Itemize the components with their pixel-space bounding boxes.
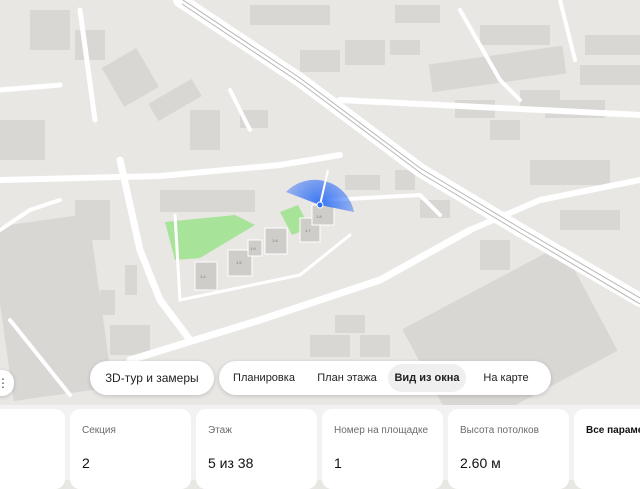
param-value: 2.60 м xyxy=(460,455,501,471)
building-number-label: 1.9 xyxy=(250,246,256,251)
tab-on-map[interactable]: На карте xyxy=(466,364,546,392)
tab-label: План этажа xyxy=(317,372,377,384)
tab-window-view[interactable]: Вид из окна xyxy=(388,364,466,392)
tab-floorplan[interactable]: Планировка xyxy=(222,364,306,392)
all-params-button[interactable]: Все параметры xyxy=(574,409,640,489)
map-view[interactable]: 1.4 1.5 1.6 1.7 1.8 1.9 xyxy=(0,0,640,405)
map-canvas: 1.4 1.5 1.6 1.7 1.8 1.9 xyxy=(0,0,640,405)
param-value: 2 xyxy=(82,455,90,471)
building-number-label: 1.5 xyxy=(236,260,242,265)
param-card-section: Секция 2 xyxy=(70,409,191,489)
param-card-floor: Этаж 5 из 38 xyxy=(196,409,317,489)
building-number-label: 1.7 xyxy=(305,228,311,233)
tour-button-label: 3D-тур и замеры xyxy=(105,371,199,385)
param-value: 1 xyxy=(334,455,342,471)
param-label: Секция xyxy=(82,425,116,436)
param-card-ceiling-height: Высота потолков 2.60 м xyxy=(448,409,569,489)
tab-label: Планировка xyxy=(233,372,295,384)
building-number-label: 1.6 xyxy=(272,238,278,243)
tab-floor-plan[interactable]: План этажа xyxy=(306,364,388,392)
param-value: 5 из 38 xyxy=(208,455,254,471)
tour-button[interactable]: 3D-тур и замеры xyxy=(90,361,214,395)
param-card-apartment-number: Номер на площадке 1 xyxy=(322,409,443,489)
all-params-label: Все параметры xyxy=(586,425,640,436)
param-label: Этаж xyxy=(208,425,232,436)
params-strip: Секция 2 Этаж 5 из 38 Номер на площадке … xyxy=(0,405,640,489)
tab-label: Вид из окна xyxy=(394,372,460,384)
view-tabs: Планировка План этажа Вид из окна На кар… xyxy=(219,361,551,395)
building-number-label: 1.4 xyxy=(200,274,206,279)
param-label: Высота потолков xyxy=(460,425,539,436)
tab-label: На карте xyxy=(483,372,529,384)
param-label: Номер на площадке xyxy=(334,425,429,436)
param-card-partial xyxy=(0,409,65,489)
ellipsis-icon: ⋮ xyxy=(0,376,9,390)
building-number-label: 1.8 xyxy=(316,214,322,219)
